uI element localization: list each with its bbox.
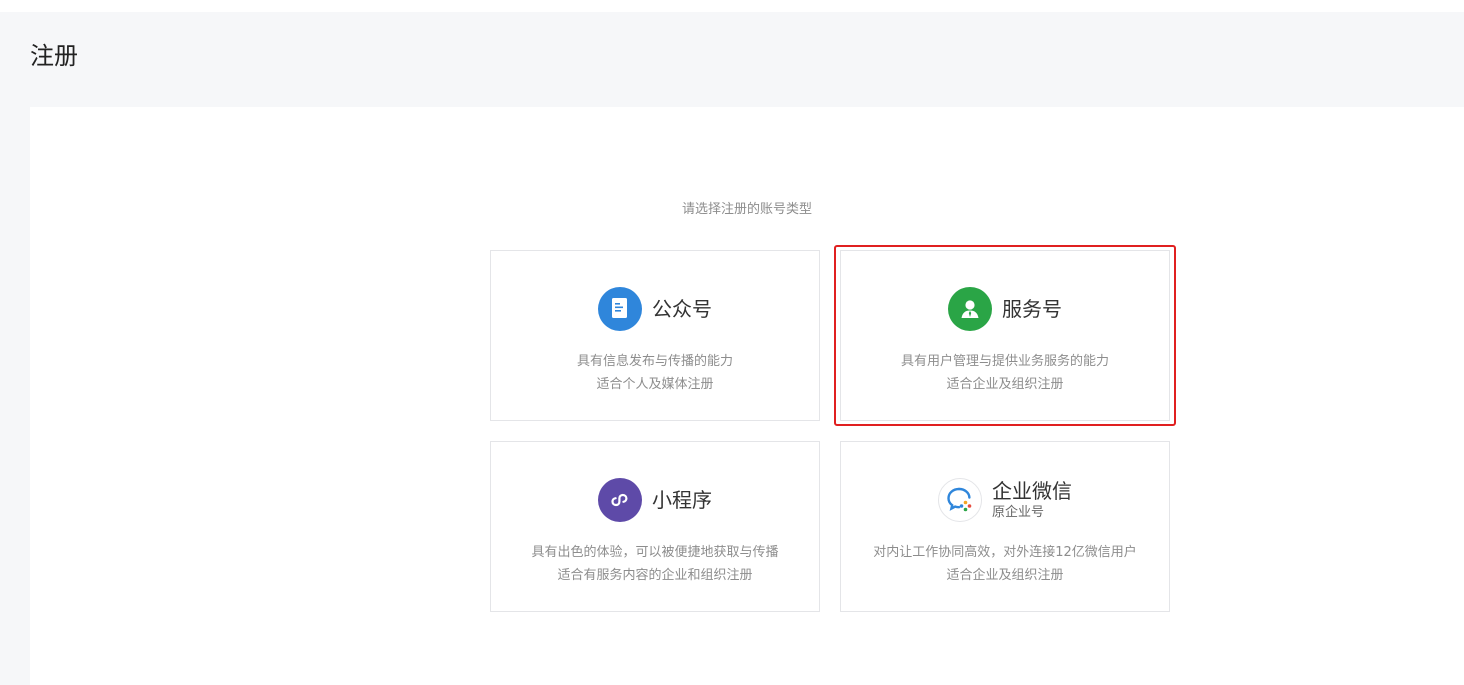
- card-description: 具有出色的体验，可以被便捷地获取与传播 适合有服务内容的企业和组织注册: [491, 541, 819, 587]
- top-strip: [0, 0, 1464, 12]
- card-desc-line: 具有出色的体验，可以被便捷地获取与传播: [531, 545, 779, 560]
- card-title: 公众号: [652, 297, 712, 321]
- card-desc-line: 具有用户管理与提供业务服务的能力: [900, 354, 1109, 369]
- card-desc-line: 对内让工作协同高效，对外连接12亿微信用户: [873, 545, 1137, 560]
- card-desc-line: 适合个人及媒体注册: [596, 377, 714, 392]
- document-icon: [598, 287, 642, 331]
- wecom-icon: [938, 478, 982, 522]
- card-title-group: 企业微信 原企业号: [992, 478, 1072, 522]
- page-background: 注册 请选择注册的账号类型 公众号 具有信息发布与传播的能力 适合个人及媒体注册: [0, 12, 1464, 685]
- card-description: 具有用户管理与提供业务服务的能力 适合企业及组织注册: [841, 350, 1169, 396]
- account-type-panel: 请选择注册的账号类型 公众号 具有信息发布与传播的能力 适合个人及媒体注册 服务…: [30, 107, 1464, 685]
- card-head: 小程序: [491, 478, 819, 522]
- card-head: 公众号: [491, 287, 819, 331]
- card-desc-line: 适合企业及组织注册: [946, 568, 1064, 583]
- card-desc-line: 适合有服务内容的企业和组织注册: [557, 568, 753, 583]
- card-subscription-account[interactable]: 公众号 具有信息发布与传播的能力 适合个人及媒体注册: [490, 250, 820, 421]
- card-description: 具有信息发布与传播的能力 适合个人及媒体注册: [491, 350, 819, 396]
- account-type-prompt: 请选择注册的账号类型: [681, 202, 812, 217]
- page-title: 注册: [30, 42, 78, 70]
- card-description: 对内让工作协同高效，对外连接12亿微信用户 适合企业及组织注册: [841, 541, 1169, 587]
- card-title-subtitle: 原企业号: [992, 505, 1045, 520]
- card-head: 服务号: [841, 287, 1169, 331]
- service-person-icon: [948, 287, 992, 331]
- card-title: 企业微信: [992, 479, 1072, 503]
- card-mini-program[interactable]: 小程序 具有出色的体验，可以被便捷地获取与传播 适合有服务内容的企业和组织注册: [490, 441, 820, 612]
- miniprogram-icon: [598, 478, 642, 522]
- card-wecom[interactable]: 企业微信 原企业号 对内让工作协同高效，对外连接12亿微信用户 适合企业及组织注…: [840, 441, 1170, 612]
- card-desc-line: 具有信息发布与传播的能力: [576, 354, 733, 369]
- card-desc-line: 适合企业及组织注册: [946, 377, 1064, 392]
- card-title: 服务号: [1002, 297, 1062, 321]
- card-title: 小程序: [652, 488, 712, 512]
- card-head: 企业微信 原企业号: [841, 478, 1169, 522]
- card-service-account[interactable]: 服务号 具有用户管理与提供业务服务的能力 适合企业及组织注册: [840, 250, 1170, 421]
